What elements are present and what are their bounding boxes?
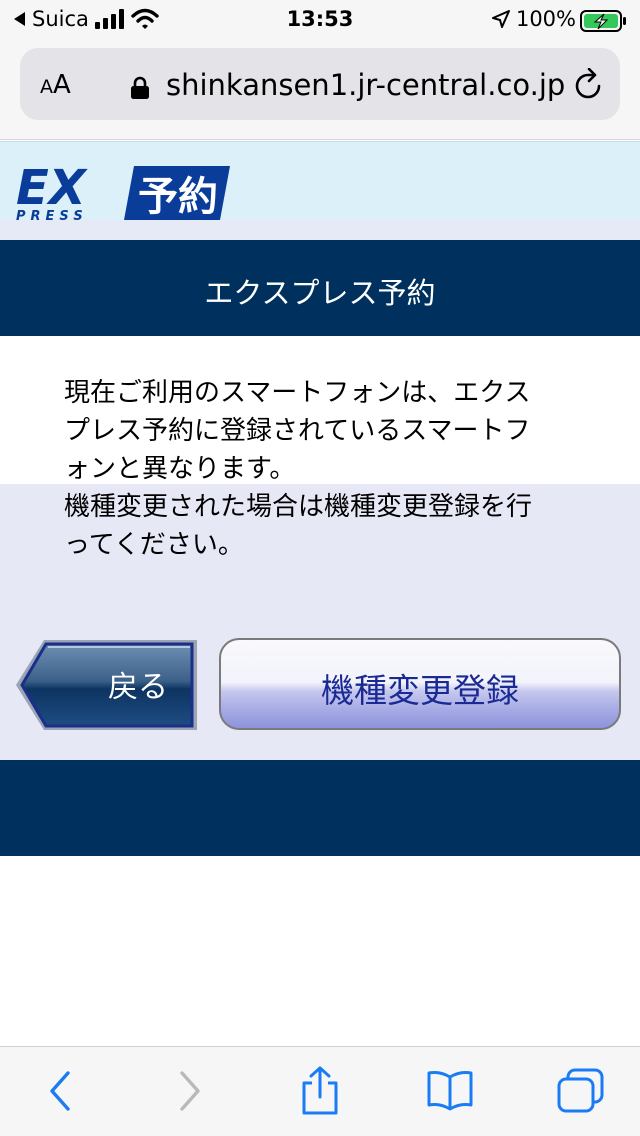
page-header: エクスプレス予約 <box>0 240 640 336</box>
browser-toolbar <box>0 1046 640 1136</box>
message-line: 機種変更された場合は機種変更登録を行 <box>64 492 533 522</box>
reload-icon[interactable] <box>572 68 604 102</box>
message-line: 現在ご利用のスマートフォンは、エクス <box>64 378 531 408</box>
bookmarks-icon[interactable] <box>426 1069 474 1111</box>
ex-press-logo: EX 予約 PRESS <box>16 160 230 222</box>
message-line: プレス予約に登録されているスマートフ <box>64 416 531 446</box>
page-footer <box>0 760 640 856</box>
device-change-registration-label: 機種変更登録 <box>321 671 519 710</box>
forward-arrow-icon[interactable] <box>174 1069 206 1113</box>
device-change-registration-button[interactable]: 機種変更登録 <box>219 638 621 730</box>
back-button[interactable]: 戻る <box>14 638 200 732</box>
svg-text:PRESS: PRESS <box>16 209 88 222</box>
battery-charging-icon <box>580 10 626 32</box>
url-text[interactable]: shinkansen1.jr-central.co.jp <box>166 68 568 102</box>
status-right: 100% <box>491 7 576 31</box>
browser-address-area: AA shinkansen1.jr-central.co.jp <box>0 40 640 140</box>
tabs-icon[interactable] <box>556 1067 606 1115</box>
address-bar[interactable]: AA shinkansen1.jr-central.co.jp <box>20 48 620 120</box>
back-button-label: 戻る <box>108 670 168 705</box>
battery-percent: 100% <box>515 7 576 31</box>
svg-text:EX: EX <box>16 160 88 216</box>
message-line: ォンと異なります。 <box>64 454 296 484</box>
share-icon[interactable] <box>298 1065 342 1117</box>
svg-text:予約: 予約 <box>138 174 218 220</box>
location-arrow-icon <box>491 10 510 28</box>
device-change-message: 現在ご利用のスマートフォンは、エクス プレス予約に登録されているスマートフ ォン… <box>64 374 584 564</box>
page-title: エクスプレス予約 <box>204 276 436 310</box>
logo-banner: EX 予約 PRESS <box>0 141 640 240</box>
message-line: ってください。 <box>64 530 244 560</box>
reader-settings-button[interactable]: AA <box>40 70 71 100</box>
back-arrow-icon[interactable] <box>44 1069 76 1113</box>
lock-icon <box>131 76 149 99</box>
status-bar: Suica 13:53 100% <box>0 0 640 40</box>
